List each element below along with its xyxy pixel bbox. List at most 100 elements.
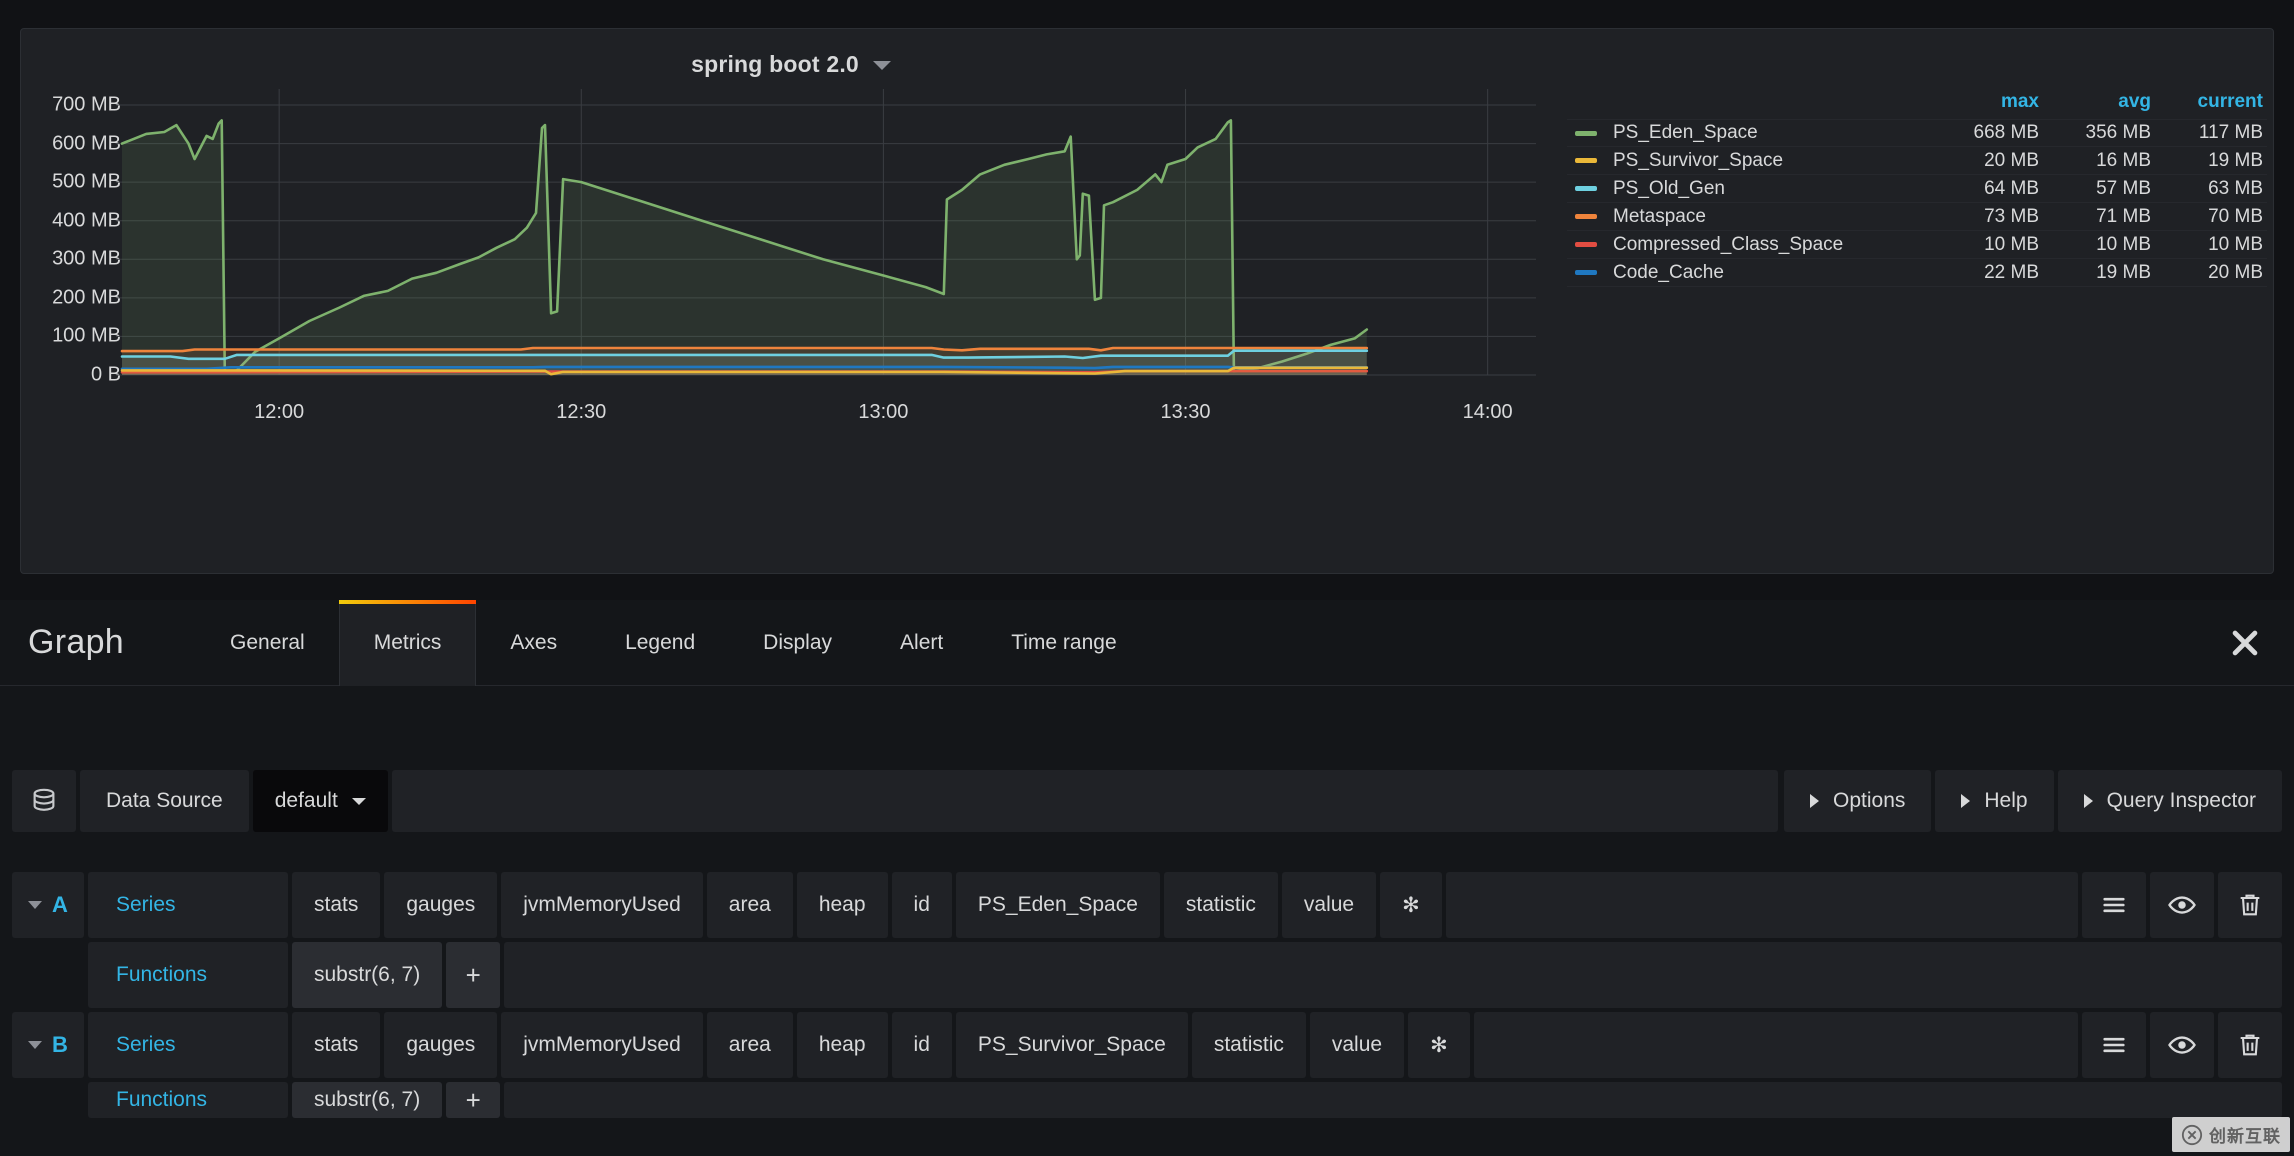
functions-indent	[0, 942, 88, 1008]
query-inspector-button[interactable]: Query Inspector	[2057, 770, 2282, 832]
legend-row[interactable]: PS_Old_Gen 64 MB 57 MB 63 MB	[1567, 175, 2267, 203]
legend-col-avg[interactable]: avg	[2043, 91, 2155, 113]
legend-max-value: 668 MB	[1973, 122, 2039, 143]
legend-color-swatch[interactable]	[1575, 270, 1597, 275]
legend-avg-value: 71 MB	[2096, 205, 2151, 227]
legend-row[interactable]: Compressed_Class_Space 10 MB 10 MB 10 MB	[1567, 231, 2267, 259]
query-segment[interactable]: PS_Survivor_Space	[955, 1012, 1188, 1078]
datasource-label: Data Source	[80, 770, 249, 832]
functions-key[interactable]: Functions	[88, 1082, 288, 1118]
query-segment[interactable]: jvmMemoryUsed	[501, 1012, 703, 1078]
query-segment[interactable]: id	[891, 1012, 952, 1078]
menu-icon[interactable]	[2082, 872, 2146, 938]
functions-key[interactable]: Functions	[88, 942, 288, 1008]
query-series-key[interactable]: Series	[88, 1012, 288, 1078]
query-refid-toggle[interactable]: B	[12, 1012, 84, 1078]
triangle-right-icon	[1810, 794, 1820, 808]
trash-icon[interactable]	[2218, 1012, 2282, 1078]
legend-current-value: 63 MB	[2208, 177, 2263, 199]
tab-legend[interactable]: Legend	[591, 600, 729, 686]
query-segment[interactable]: id	[891, 872, 952, 938]
query-segment[interactable]: PS_Eden_Space	[955, 872, 1160, 938]
query-segment[interactable]: heap	[796, 1012, 888, 1078]
help-button[interactable]: Help	[1935, 770, 2054, 832]
query-refid-toggle[interactable]: A	[12, 872, 84, 938]
tab-time-range[interactable]: Time range	[977, 600, 1150, 686]
legend-avg-value: 57 MB	[2096, 177, 2151, 199]
query-segment[interactable]: ✻	[1408, 1012, 1470, 1078]
query-segment[interactable]: value	[1309, 1012, 1405, 1078]
query-segment[interactable]: heap	[796, 872, 888, 938]
legend-series-name[interactable]: PS_Old_Gen	[1613, 178, 1931, 200]
datasource-select[interactable]: default	[252, 770, 388, 832]
options-button[interactable]: Options	[1784, 770, 1932, 832]
query-segment[interactable]: statistic	[1191, 1012, 1306, 1078]
legend-avg-value: 356 MB	[2085, 122, 2151, 143]
watermark-text: 创新互联	[2209, 1127, 2281, 1146]
query-segment[interactable]: area	[706, 872, 793, 938]
query-list: A Series stats gauges jvmMemoryUsed area heap i…	[0, 872, 2294, 1122]
tab-general[interactable]: General	[196, 600, 339, 686]
query-series-key[interactable]: Series	[88, 872, 288, 938]
menu-icon[interactable]	[2082, 1012, 2146, 1078]
legend-series-name[interactable]: Code_Cache	[1613, 262, 1931, 284]
legend-series-name[interactable]: Compressed_Class_Space	[1613, 234, 1931, 256]
tab-display[interactable]: Display	[729, 600, 866, 686]
legend-series-name[interactable]: PS_Eden_Space	[1613, 122, 1931, 144]
function-item[interactable]: substr(6, 7)	[292, 942, 443, 1008]
legend-current-value: 20 MB	[2208, 261, 2263, 283]
y-tick-label: 200 MB	[52, 286, 121, 309]
logo-icon	[2181, 1124, 2203, 1145]
query-segment[interactable]: area	[706, 1012, 793, 1078]
query-segment[interactable]: gauges	[384, 872, 498, 938]
tab-axes[interactable]: Axes	[476, 600, 591, 686]
legend-row[interactable]: PS_Survivor_Space 20 MB 16 MB 19 MB	[1567, 147, 2267, 175]
legend-color-swatch[interactable]	[1575, 130, 1597, 136]
legend-series-name[interactable]: PS_Survivor_Space	[1613, 150, 1931, 172]
panel-title[interactable]: spring boot 2.0	[21, 51, 1561, 78]
chevron-down-icon	[28, 1041, 43, 1049]
add-function-button[interactable]: +	[446, 942, 501, 1008]
function-item[interactable]: substr(6, 7)	[292, 1082, 443, 1118]
tab-alert[interactable]: Alert	[866, 600, 977, 686]
legend-row[interactable]: Code_Cache 22 MB 19 MB 20 MB	[1567, 259, 2267, 287]
close-icon[interactable]	[2228, 626, 2262, 660]
query-segment[interactable]: jvmMemoryUsed	[501, 872, 703, 938]
chevron-down-icon[interactable]	[872, 61, 891, 71]
legend-color-swatch[interactable]	[1575, 186, 1597, 191]
legend-row[interactable]: PS_Eden_Space 668 MB 356 MB 117 MB	[1567, 119, 2267, 147]
legend-row[interactable]: Metaspace 73 MB 71 MB 70 MB	[1567, 203, 2267, 231]
legend-color-swatch[interactable]	[1575, 158, 1597, 163]
query-segment[interactable]: stats	[292, 1012, 381, 1078]
query-refid: A	[52, 892, 68, 917]
query-row: A Series stats gauges jvmMemoryUsed area heap i…	[0, 872, 2294, 938]
query-segment[interactable]: value	[1281, 872, 1377, 938]
query-segment[interactable]: gauges	[384, 1012, 498, 1078]
query-segment[interactable]: ✻	[1380, 872, 1442, 938]
time-series-chart	[116, 89, 1536, 376]
legend-max-value: 73 MB	[1984, 205, 2039, 227]
legend-col-max[interactable]: max	[1931, 91, 2043, 113]
functions-row-filler	[504, 942, 2282, 1008]
triangle-right-icon	[2083, 794, 2093, 808]
eye-icon[interactable]	[2150, 872, 2214, 938]
legend-col-current[interactable]: current	[2155, 91, 2267, 113]
database-icon	[12, 770, 76, 832]
graph-panel: spring boot 2.0 0 B 100 MB 200 MB 300 MB 400…	[20, 28, 2274, 574]
button-label: Query Inspector	[2106, 789, 2256, 812]
editor-tabbar: Graph General Metrics Axes Legend Display Ale…	[0, 599, 2294, 686]
add-function-button[interactable]: +	[446, 1082, 501, 1118]
eye-icon[interactable]	[2150, 1012, 2214, 1078]
query-refid: B	[52, 1032, 68, 1057]
trash-icon[interactable]	[2218, 872, 2282, 938]
query-segment[interactable]: stats	[292, 872, 381, 938]
query-segment[interactable]: statistic	[1163, 872, 1278, 938]
tab-metrics[interactable]: Metrics	[338, 599, 477, 686]
functions-indent	[0, 1082, 88, 1118]
legend-color-swatch[interactable]	[1575, 214, 1597, 219]
legend-current-value: 70 MB	[2208, 205, 2263, 227]
plot-area: 0 B 100 MB 200 MB 300 MB 400 MB 500 MB 600 MB 7…	[21, 89, 1561, 569]
legend-color-swatch[interactable]	[1575, 242, 1597, 247]
legend-series-name[interactable]: Metaspace	[1613, 206, 1931, 228]
panel-title-text: spring boot 2.0	[691, 51, 859, 77]
